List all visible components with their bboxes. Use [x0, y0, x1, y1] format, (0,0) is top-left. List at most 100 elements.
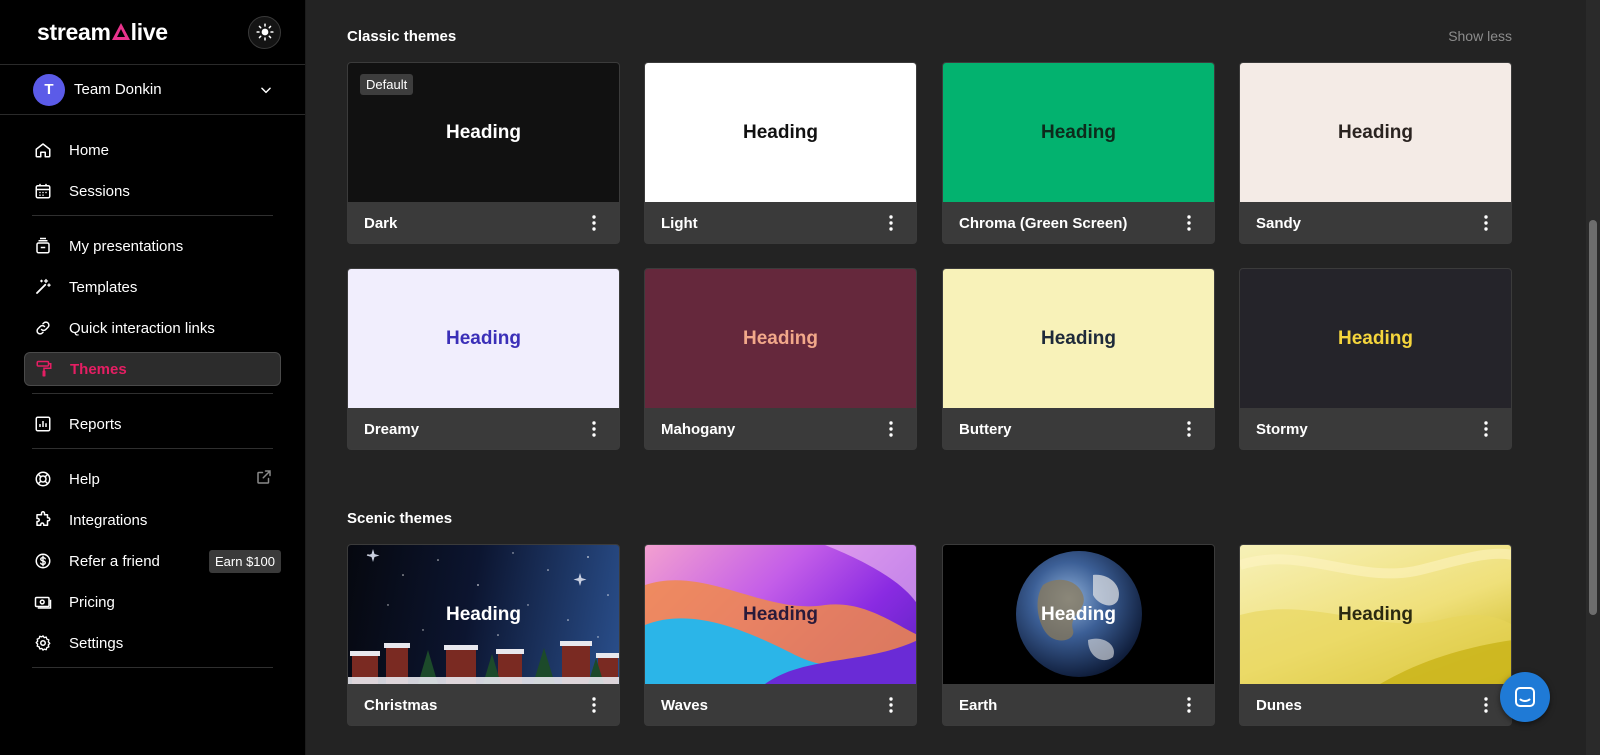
nav-label-pricing: Pricing [69, 593, 115, 611]
show-less-link[interactable]: Show less [1448, 28, 1512, 44]
theme-card-dunes[interactable]: Heading Dunes [1239, 544, 1512, 726]
theme-card-waves[interactable]: Heading Waves [644, 544, 917, 726]
theme-card-sandy[interactable]: Heading Sandy [1239, 62, 1512, 244]
nav-item-settings[interactable]: Settings [24, 626, 281, 660]
theme-name: Dreamy [364, 420, 420, 438]
nav-divider [32, 393, 273, 394]
theme-preview: Default Heading [348, 63, 619, 202]
theme-card-light[interactable]: Heading Light [644, 62, 917, 244]
theme-name: Dark [364, 214, 398, 232]
more-options-icon[interactable] [1174, 215, 1204, 231]
team-name: Team Donkin [74, 81, 162, 98]
theme-preview: Heading [645, 63, 916, 202]
theme-card-dark[interactable]: Default Heading Dark [347, 62, 620, 244]
nav-label-templates: Templates [69, 278, 138, 296]
theme-card-buttery[interactable]: Heading Buttery [942, 268, 1215, 450]
more-options-icon[interactable] [1471, 697, 1501, 713]
nav-divider [32, 215, 273, 216]
theme-card-footer: Waves [645, 684, 916, 725]
theme-card-footer: Dunes [1240, 684, 1511, 725]
vertical-scrollbar[interactable] [1586, 0, 1600, 755]
theme-name: Light [661, 214, 698, 232]
chat-icon [1515, 687, 1535, 707]
bar-chart-icon [34, 415, 52, 433]
nav-label-sessions: Sessions [69, 182, 130, 200]
team-avatar: T [33, 73, 65, 106]
streamalive-logo[interactable]: stream live [37, 19, 168, 46]
nav-label-themes: Themes [70, 360, 127, 378]
more-options-icon[interactable] [876, 215, 906, 231]
more-options-icon[interactable] [1174, 697, 1204, 713]
nav-item-pricing[interactable]: Pricing [24, 585, 281, 619]
more-options-icon[interactable] [1471, 215, 1501, 231]
theme-name: Sandy [1256, 214, 1302, 232]
more-options-icon[interactable] [579, 421, 609, 437]
dollar-circle-icon [34, 552, 52, 570]
theme-card-dreamy[interactable]: Heading Dreamy [347, 268, 620, 450]
theme-card-footer: Sandy [1240, 202, 1511, 243]
theme-name: Christmas [364, 696, 438, 714]
theme-card-stormy[interactable]: Heading Stormy [1239, 268, 1512, 450]
sun-icon [255, 23, 274, 41]
preview-heading: Heading [1338, 603, 1413, 625]
gear-icon [34, 634, 52, 652]
theme-preview: Heading [1240, 269, 1511, 408]
logo-row: stream live [0, 0, 305, 65]
theme-card-footer: Chroma (Green Screen) [943, 202, 1214, 243]
preview-heading: Heading [1041, 603, 1116, 625]
theme-preview: Heading [645, 269, 916, 408]
more-options-icon[interactable] [876, 421, 906, 437]
theme-name: Waves [661, 696, 708, 714]
more-options-icon[interactable] [876, 697, 906, 713]
preview-heading: Heading [743, 603, 818, 625]
more-options-icon[interactable] [579, 215, 609, 231]
theme-card-chroma[interactable]: Heading Chroma (Green Screen) [942, 62, 1215, 244]
home-icon [34, 141, 52, 159]
theme-toggle-button[interactable] [248, 15, 281, 49]
logo-text-post: live [130, 18, 168, 45]
nav-item-quick-links[interactable]: Quick interaction links [24, 311, 281, 345]
nav-item-themes[interactable]: Themes [24, 352, 281, 386]
preview-heading: Heading [743, 327, 818, 349]
more-options-icon[interactable] [579, 697, 609, 713]
nav-item-reports[interactable]: Reports [24, 407, 281, 441]
preview-heading: Heading [1041, 327, 1116, 349]
theme-preview: Heading [943, 545, 1214, 684]
theme-name: Buttery [959, 420, 1012, 438]
nav-item-templates[interactable]: Templates [24, 270, 281, 304]
team-switcher[interactable]: T Team Donkin [0, 65, 305, 115]
nav-item-integrations[interactable]: Integrations [24, 503, 281, 537]
nav-label-quick-links: Quick interaction links [69, 319, 215, 337]
theme-card-footer: Dreamy [348, 408, 619, 449]
preview-heading: Heading [446, 121, 521, 143]
default-badge: Default [360, 74, 414, 95]
more-options-icon[interactable] [1174, 421, 1204, 437]
main-content: Classic themes Show less Default Heading… [306, 0, 1556, 755]
nav-item-refer[interactable]: Refer a friend Earn $100 [24, 544, 281, 578]
theme-name: Mahogany [661, 420, 736, 438]
link-icon [34, 319, 52, 337]
theme-card-mahogany[interactable]: Heading Mahogany [644, 268, 917, 450]
theme-name: Dunes [1256, 696, 1302, 714]
nav-label-integrations: Integrations [69, 511, 148, 529]
paint-roller-icon [35, 360, 53, 378]
nav-item-my-presentations[interactable]: My presentations [24, 229, 281, 263]
nav-item-home[interactable]: Home [24, 133, 281, 167]
theme-name: Stormy [1256, 420, 1308, 438]
puzzle-icon [34, 511, 52, 529]
lifebuoy-icon [34, 470, 52, 488]
preview-heading: Heading [743, 121, 818, 143]
nav-item-sessions[interactable]: Sessions [24, 174, 281, 208]
scrollbar-thumb[interactable] [1589, 220, 1597, 615]
nav-label-reports: Reports [69, 415, 122, 433]
theme-card-christmas[interactable]: Heading Christmas [347, 544, 620, 726]
theme-card-earth[interactable]: Heading Earth [942, 544, 1215, 726]
chat-launcher-button[interactable] [1500, 672, 1550, 722]
calendar-icon [34, 182, 52, 200]
earn-badge: Earn $100 [209, 549, 281, 573]
nav-label-settings: Settings [69, 634, 124, 652]
more-options-icon[interactable] [1471, 421, 1501, 437]
theme-preview: Heading [943, 63, 1214, 202]
nav-item-help[interactable]: Help [24, 462, 281, 496]
theme-preview: Heading [1240, 545, 1511, 684]
